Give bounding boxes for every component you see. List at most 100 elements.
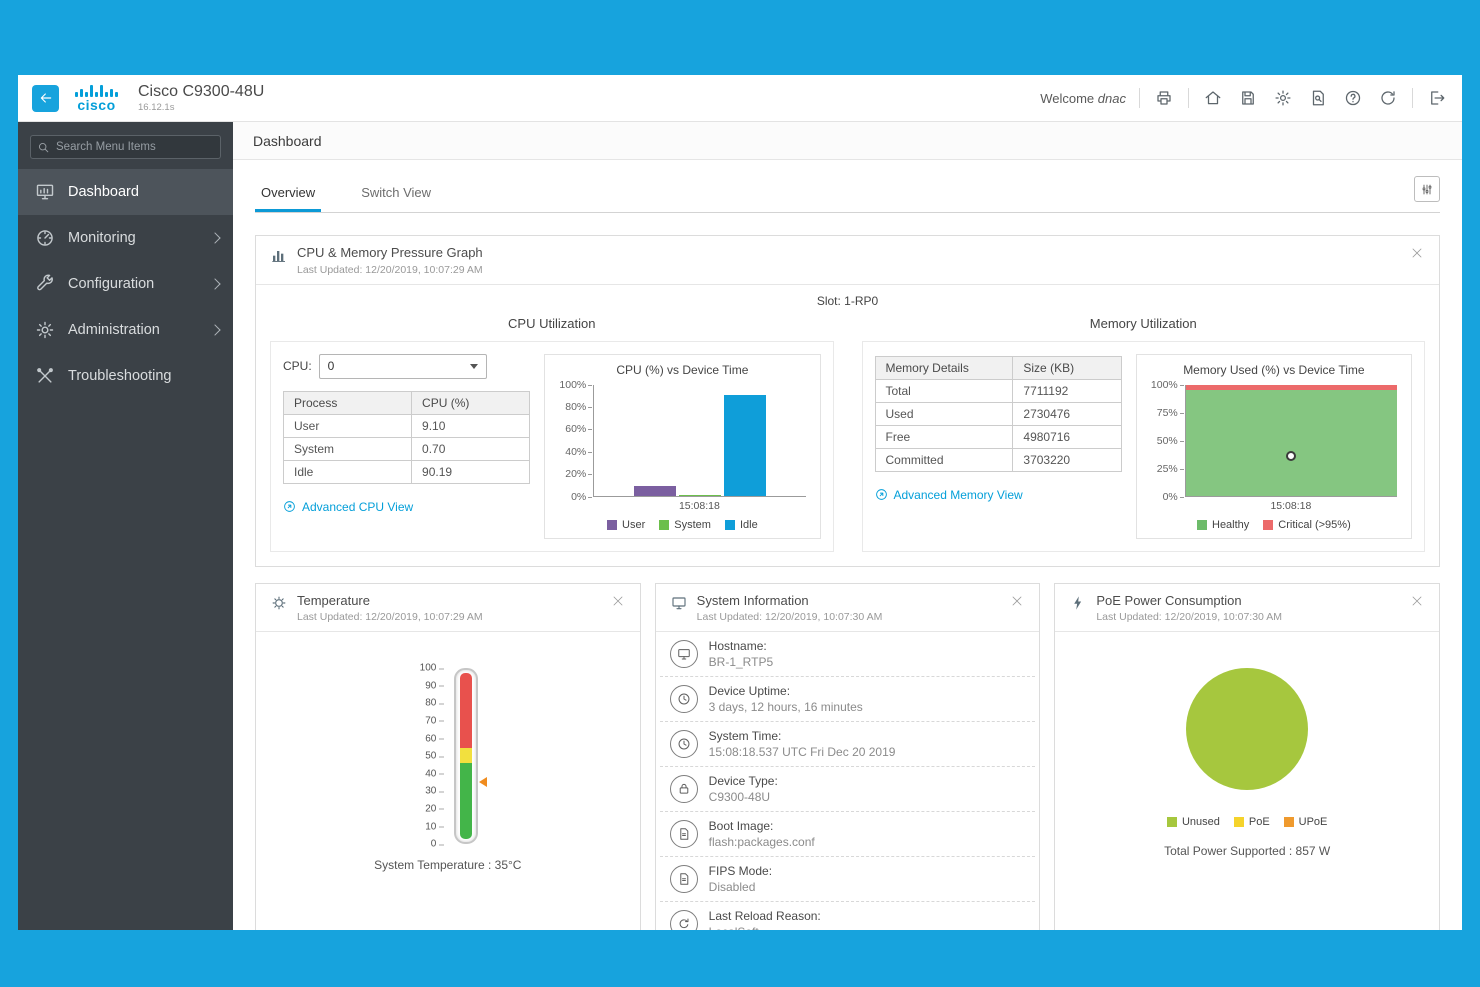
cisco-wordmark: cisco: [77, 98, 115, 112]
tab-switch-view[interactable]: Switch View: [355, 185, 437, 212]
welcome-text: Welcome dnac: [1040, 91, 1126, 106]
poe-power-card: PoE Power Consumption Last Updated: 12/2…: [1054, 583, 1440, 930]
save-icon: [1239, 89, 1257, 107]
wrench-icon: [34, 274, 55, 295]
divider: [1139, 88, 1140, 108]
dashboard-settings-button[interactable]: [1414, 176, 1440, 202]
poe-chart-legend: UnusedPoEUPoE: [1167, 816, 1327, 828]
header-actions: Welcome dnac: [1040, 87, 1448, 109]
page-title: Cisco C9300-48U: [138, 83, 264, 101]
dashboard-icon: [34, 182, 55, 203]
monitor-icon: [670, 640, 698, 668]
system-info-list: Hostname:BR-1_RTP5 Device Uptime:3 days,…: [656, 632, 1040, 930]
document-search-icon: [1309, 89, 1327, 107]
refresh-button[interactable]: [1377, 87, 1399, 109]
memory-utilization-section: Memory Utilization Memory Details Size (…: [848, 310, 1440, 566]
close-poe-card-button[interactable]: [1409, 593, 1425, 609]
card-title: Temperature: [297, 593, 483, 609]
app-window: cisco Cisco C9300-48U 16.12.1s Welcome d…: [18, 75, 1462, 930]
sidebar-item-dashboard[interactable]: Dashboard: [18, 169, 233, 215]
tab-bar: Overview Switch View: [255, 180, 1440, 213]
cpu-select[interactable]: 0: [319, 354, 487, 379]
lightning-icon: [1069, 594, 1087, 612]
list-item: FIPS Mode:Disabled: [660, 857, 1036, 902]
cpu-bar-chart: CPU (%) vs Device Time 100%80%60%40%20%0…: [544, 354, 820, 539]
memory-area-chart: Memory Used (%) vs Device Time 100%75%50…: [1136, 354, 1412, 539]
sidebar-item-label: Administration: [68, 322, 160, 338]
close-icon: [1411, 247, 1423, 259]
advanced-cpu-view-link[interactable]: Advanced CPU View: [283, 500, 413, 514]
sidebar-item-troubleshooting[interactable]: Troubleshooting: [18, 353, 233, 399]
sidebar-item-configuration[interactable]: Configuration: [18, 261, 233, 307]
save-config-button[interactable]: [1237, 87, 1259, 109]
refresh-icon: [1379, 89, 1397, 107]
divider: [1188, 88, 1189, 108]
printer-icon: [1155, 89, 1173, 107]
lock-icon: [670, 775, 698, 803]
close-cpu-card-button[interactable]: [1409, 245, 1425, 261]
cpu-select-label: CPU:: [283, 359, 312, 373]
close-temperature-card-button[interactable]: [610, 593, 626, 609]
close-icon: [612, 595, 624, 607]
memory-details-table: Memory Details Size (KB) Total7711192 Us…: [875, 356, 1122, 472]
sidebar-item-administration[interactable]: Administration: [18, 307, 233, 353]
table-row: Used2730476: [875, 402, 1121, 425]
total-power-label: Total Power Supported : 857 W: [1164, 844, 1330, 858]
thermometer-scale: 1009080706050403020100: [417, 668, 445, 844]
table-row: System0.70: [284, 437, 530, 460]
print-button[interactable]: [1153, 87, 1175, 109]
chevron-right-icon: [209, 324, 220, 335]
system-information-card: System Information Last Updated: 12/20/2…: [655, 583, 1041, 930]
search-icon: [37, 141, 50, 154]
tab-overview[interactable]: Overview: [255, 185, 321, 212]
breadcrumb: Dashboard: [233, 122, 1462, 160]
sliders-icon: [1421, 182, 1433, 197]
card-title: CPU & Memory Pressure Graph: [297, 245, 483, 261]
chevron-right-icon: [209, 278, 220, 289]
top-header: cisco Cisco C9300-48U 16.12.1s Welcome d…: [18, 75, 1462, 122]
last-updated: Last Updated: 12/20/2019, 10:07:30 AM: [697, 611, 883, 623]
chevron-down-icon: [470, 364, 478, 369]
close-icon: [1011, 595, 1023, 607]
home-button[interactable]: [1202, 87, 1224, 109]
close-icon: [1411, 595, 1423, 607]
cpu-process-table: Process CPU (%) User9.10 System0.70 Idle…: [283, 391, 530, 484]
clock-icon: [670, 730, 698, 758]
sidebar-item-label: Configuration: [68, 276, 154, 292]
list-item: Device Type:C9300-48U: [660, 767, 1036, 812]
logout-button[interactable]: [1426, 87, 1448, 109]
gauge-icon: [34, 228, 55, 249]
table-row: User9.10: [284, 414, 530, 437]
thermometer-tube: [454, 668, 478, 844]
thermometer-gauge: 1009080706050403020100: [417, 668, 478, 844]
list-item: Last Reload Reason:LocalSoft: [660, 902, 1036, 930]
settings-button[interactable]: [1272, 87, 1294, 109]
sidebar-item-label: Troubleshooting: [68, 368, 171, 384]
sidebar-item-monitoring[interactable]: Monitoring: [18, 215, 233, 261]
sidebar-item-label: Monitoring: [68, 230, 136, 246]
last-updated: Last Updated: 12/20/2019, 10:07:29 AM: [297, 611, 483, 623]
system-temperature-label: System Temperature : 35°C: [374, 858, 521, 872]
device-title-block: Cisco C9300-48U 16.12.1s: [138, 83, 264, 113]
chevron-right-icon: [209, 232, 220, 243]
temperature-marker: [474, 777, 487, 787]
cpu-memory-card: CPU & Memory Pressure Graph Last Updated…: [255, 235, 1440, 567]
last-updated: Last Updated: 12/20/2019, 10:07:30 AM: [1096, 611, 1282, 623]
advanced-memory-view-link[interactable]: Advanced Memory View: [875, 488, 1023, 502]
tools-icon: [34, 366, 55, 387]
back-button[interactable]: [32, 85, 59, 112]
last-updated: Last Updated: 12/20/2019, 10:07:29 AM: [297, 264, 483, 276]
external-link-icon: [283, 500, 296, 513]
help-icon: [1344, 89, 1362, 107]
table-row: Idle90.19: [284, 460, 530, 483]
config-audit-button[interactable]: [1307, 87, 1329, 109]
table-row: Total7711192: [875, 379, 1121, 402]
help-button[interactable]: [1342, 87, 1364, 109]
table-row: Free4980716: [875, 425, 1121, 448]
x-axis-label: 15:08:18: [1147, 500, 1401, 512]
close-system-info-card-button[interactable]: [1009, 593, 1025, 609]
sidebar: Dashboard Monitoring Configuration: [18, 122, 233, 930]
temperature-icon: [270, 594, 288, 612]
search-input[interactable]: [30, 135, 221, 159]
file-icon: [670, 865, 698, 893]
